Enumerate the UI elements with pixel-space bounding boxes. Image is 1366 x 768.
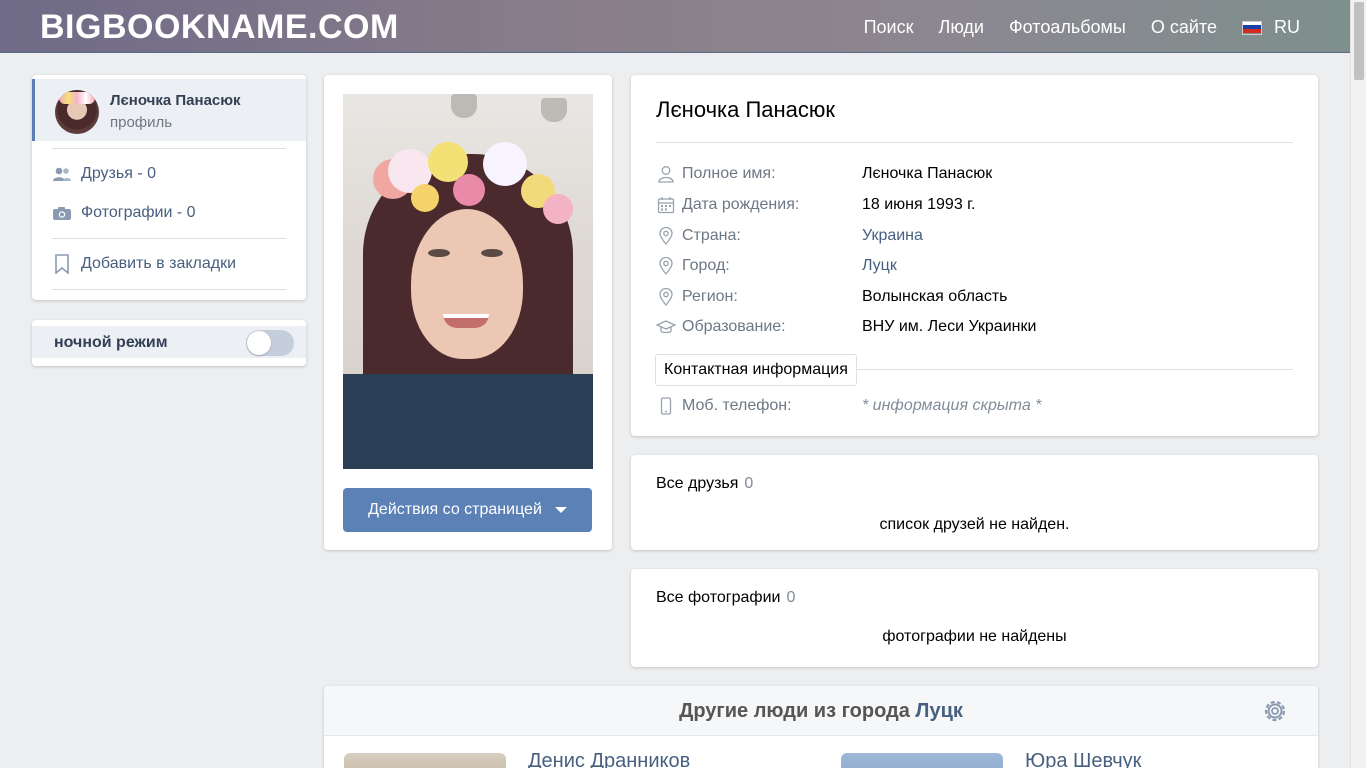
gear-icon[interactable] bbox=[1260, 696, 1290, 726]
top-nav: Поиск Люди Фотоальбомы О сайте RU bbox=[839, 17, 1300, 38]
other-people-city-link[interactable]: Луцк bbox=[915, 700, 962, 722]
person-thumbnail[interactable] bbox=[344, 753, 506, 768]
photos-box-title[interactable]: Все фотографии 0 bbox=[656, 589, 795, 607]
left-menu: Лєночка Панасюк профиль Друзья - 0 Фотог… bbox=[32, 75, 306, 300]
avatar bbox=[55, 90, 99, 134]
city-link[interactable]: Луцк bbox=[862, 257, 897, 275]
scrollbar-thumb[interactable] bbox=[1354, 2, 1364, 80]
friends-box-title[interactable]: Все друзья 0 bbox=[656, 475, 753, 493]
contact-info-tab[interactable]: Контактная информация bbox=[655, 354, 857, 386]
mobile-phone-icon bbox=[656, 396, 676, 416]
language-selector[interactable]: RU bbox=[1242, 17, 1300, 38]
location-icon bbox=[656, 256, 676, 276]
user-icon bbox=[656, 164, 676, 184]
profile-name-title: Лєночка Панасюк bbox=[656, 97, 836, 122]
russia-flag-icon bbox=[1242, 20, 1262, 35]
divider bbox=[656, 142, 1293, 143]
person-name-link[interactable]: Юра Шевчук bbox=[1025, 750, 1141, 768]
graduation-cap-icon bbox=[656, 317, 676, 337]
divider bbox=[52, 238, 286, 239]
menu-item-photos-label: Фотографии - 0 bbox=[81, 204, 196, 221]
night-mode-toggle[interactable] bbox=[246, 330, 294, 356]
other-people-title: Другие люди из города Луцк bbox=[679, 700, 963, 722]
friends-empty-message: список друзей не найден. bbox=[879, 516, 1070, 533]
person-name-link[interactable]: Денис Дранников bbox=[528, 750, 690, 768]
friends-box: Все друзья 0 список друзей не найден. bbox=[631, 455, 1318, 550]
menu-profile-link[interactable]: Лєночка Панасюк профиль bbox=[32, 79, 306, 141]
profile-info-card: Лєночка Панасюк Полное имя: Лєночка Пана… bbox=[631, 75, 1318, 436]
page-actions-button[interactable]: Действия со страницей bbox=[343, 488, 592, 532]
info-row-country: Страна: Украина bbox=[656, 225, 1296, 247]
nav-people[interactable]: Люди bbox=[939, 17, 984, 38]
night-mode-panel: ночной режим bbox=[32, 320, 306, 366]
page-actions-label: Действия со страницей bbox=[368, 501, 542, 518]
menu-item-friends-label: Друзья - 0 bbox=[81, 165, 157, 182]
nav-search[interactable]: Поиск bbox=[864, 17, 914, 38]
language-code: RU bbox=[1274, 17, 1300, 37]
country-link[interactable]: Украина bbox=[862, 227, 923, 245]
info-row-phone: Моб. телефон: * информация скрыта * bbox=[656, 395, 1296, 417]
divider bbox=[52, 148, 286, 149]
nav-about[interactable]: О сайте bbox=[1151, 17, 1217, 38]
menu-item-bookmark-label: Добавить в закладки bbox=[81, 255, 237, 272]
info-row-fullname: Полное имя: Лєночка Панасюк bbox=[656, 163, 1296, 185]
page-scrollbar[interactable] bbox=[1350, 0, 1366, 768]
photos-empty-message: фотографии не найдены bbox=[882, 628, 1067, 645]
profile-photo-card: Действия со страницей bbox=[324, 75, 612, 550]
site-logo[interactable]: BIGBOOKNAME.COM bbox=[40, 8, 399, 47]
menu-item-bookmark[interactable]: Добавить в закладки bbox=[52, 254, 237, 274]
friends-icon bbox=[52, 165, 72, 183]
location-icon bbox=[656, 226, 676, 246]
person-thumbnail[interactable] bbox=[841, 753, 1003, 768]
other-people-section: Другие люди из города Луцк Денис Дранник… bbox=[324, 686, 1318, 768]
caret-down-icon bbox=[554, 507, 567, 513]
menu-item-photos[interactable]: Фотографии - 0 bbox=[52, 204, 196, 222]
info-row-education: Образование: ВНУ им. Леси Украинки bbox=[656, 316, 1296, 338]
nav-photoalbums[interactable]: Фотоальбомы bbox=[1009, 17, 1126, 38]
night-mode-label: ночной режим bbox=[54, 334, 168, 351]
info-row-birthdate: Дата рождения: 18 июня 1993 г. bbox=[656, 194, 1296, 216]
photos-box: Все фотографии 0 фотографии не найдены bbox=[631, 569, 1318, 667]
info-row-region: Регион: Волынская область bbox=[656, 286, 1296, 308]
calendar-icon bbox=[656, 195, 676, 215]
site-header: BIGBOOKNAME.COM Поиск Люди Фотоальбомы О… bbox=[0, 0, 1350, 53]
menu-item-friends[interactable]: Друзья - 0 bbox=[52, 165, 156, 183]
menu-profile-sub: профиль bbox=[110, 114, 173, 131]
profile-photo[interactable] bbox=[343, 94, 593, 469]
camera-icon bbox=[52, 204, 72, 222]
location-icon bbox=[656, 287, 676, 307]
bookmark-icon bbox=[52, 254, 72, 274]
info-row-city: Город: Луцк bbox=[656, 255, 1296, 277]
divider bbox=[52, 289, 286, 290]
menu-profile-name: Лєночка Панасюк bbox=[110, 92, 241, 109]
